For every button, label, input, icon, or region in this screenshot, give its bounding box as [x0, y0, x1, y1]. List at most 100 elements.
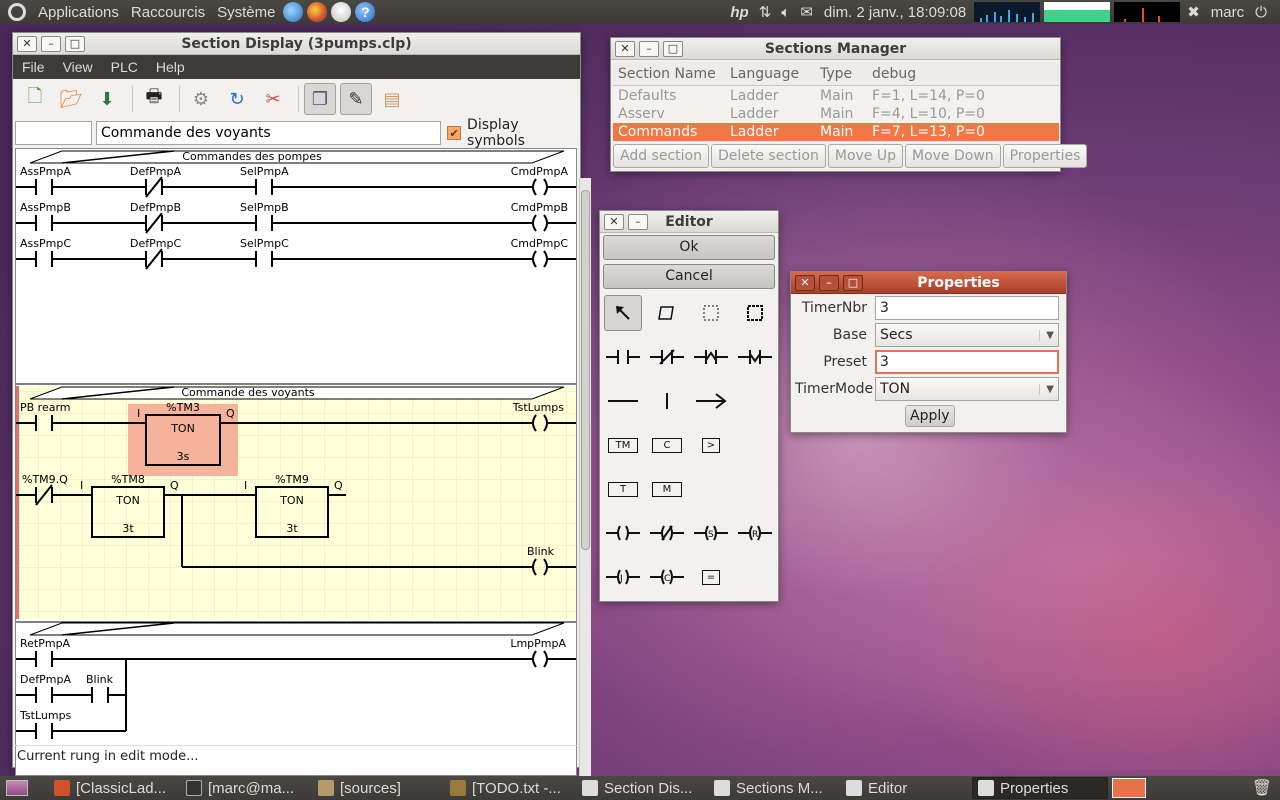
rung-number-input[interactable]: [15, 121, 92, 145]
menu-shortcuts[interactable]: Raccourcis: [125, 4, 211, 21]
timer-t-icon[interactable]: T: [604, 471, 642, 507]
contact-blink[interactable]: Blink: [86, 673, 114, 686]
sections-manager-toggle-icon[interactable]: ❐: [304, 83, 336, 115]
preset-field[interactable]: [875, 350, 1059, 374]
print-icon[interactable]: 🖶: [138, 83, 170, 115]
apply-button[interactable]: Apply: [905, 405, 955, 427]
column-header-language[interactable]: Language: [725, 66, 815, 82]
contact-open-icon[interactable]: [604, 339, 642, 375]
task-todo-editor[interactable]: [TODO.txt -...: [444, 777, 576, 799]
counter-icon[interactable]: C: [648, 427, 686, 463]
task-terminal[interactable]: [marc@ma...: [180, 777, 312, 799]
coil-label[interactable]: CmdPmpA: [511, 165, 569, 178]
panel-username[interactable]: marc: [1205, 4, 1250, 21]
menu-help[interactable]: Help: [147, 59, 194, 75]
contact-label[interactable]: SelPmpC: [240, 237, 289, 250]
memory-monitor[interactable]: [1044, 2, 1111, 22]
rung-2-edit[interactable]: Commande des voyants PB rearm %TM3 I Q T…: [16, 386, 577, 619]
panel-clock[interactable]: dim. 2 janv., 18:09:08: [818, 4, 972, 21]
monostable-icon[interactable]: M: [648, 471, 686, 507]
properties-titlebar[interactable]: ✕ – □ Properties: [791, 272, 1066, 294]
contact-tm9q[interactable]: %TM9.Q: [22, 473, 68, 486]
close-window-button[interactable]: ✕: [795, 274, 815, 291]
ok-button[interactable]: Ok: [603, 235, 775, 260]
ladder-svg[interactable]: Commandes des pompes AssPmpA DefPmpA SelPm…: [16, 149, 577, 776]
run-plc-gear-icon[interactable]: ⚙: [185, 83, 217, 115]
show-desktop-icon[interactable]: [6, 780, 28, 796]
scrollbar-thumb[interactable]: [581, 190, 590, 550]
rung-1[interactable]: Commandes des pompes AssPmpA DefPmpA SelPm…: [16, 150, 577, 385]
configure-tools-icon[interactable]: ✂: [257, 83, 289, 115]
contact-pb-rearm[interactable]: PB rearm: [20, 401, 71, 414]
close-window-button[interactable]: ✕: [615, 40, 635, 57]
task-sections-manager[interactable]: Sections M...: [708, 777, 840, 799]
long-connection-arrow-icon[interactable]: [692, 383, 730, 419]
contact-label[interactable]: DefPmpB: [130, 201, 181, 214]
section-display-titlebar[interactable]: ✕ – □ Section Display (3pumps.clp): [13, 33, 580, 55]
horizontal-connection-icon[interactable]: [604, 383, 642, 419]
contact-tstlumps[interactable]: TstLumps: [19, 709, 72, 722]
column-header-section-name[interactable]: Section Name: [613, 66, 725, 82]
timermode-select[interactable]: TON ▼: [875, 377, 1059, 401]
minimize-window-button[interactable]: –: [639, 40, 659, 57]
minimize-window-button[interactable]: –: [41, 35, 61, 52]
coil-icon[interactable]: [604, 515, 642, 551]
pointer-arrow-icon[interactable]: [604, 295, 642, 331]
rung-3[interactable]: RetPmpA LmpPmpA DefPmpA Blink TstLumps: [16, 621, 577, 739]
network-monitor[interactable]: [1114, 2, 1181, 22]
coil-negated-icon[interactable]: [648, 515, 686, 551]
table-row-selected[interactable]: Commands Ladder Main F=7, L=13, P=0: [613, 123, 1059, 141]
contact-label[interactable]: AssPmpB: [20, 201, 71, 214]
symbols-list-icon[interactable]: ▤: [376, 83, 408, 115]
task-section-display[interactable]: Section Dis...: [576, 777, 708, 799]
contact-label[interactable]: AssPmpA: [20, 165, 71, 178]
sections-manager-titlebar[interactable]: ✕ – □ Sections Manager: [611, 38, 1060, 60]
menu-plc[interactable]: PLC: [102, 59, 147, 75]
mail-indicator-icon[interactable]: ✉: [795, 3, 818, 21]
maximize-window-button[interactable]: □: [65, 35, 85, 52]
hp-tray-icon[interactable]: hp: [725, 4, 753, 21]
task-editor[interactable]: Editor: [840, 777, 972, 799]
new-file-icon[interactable]: 🗋: [19, 83, 51, 115]
workspace-switcher[interactable]: [1112, 778, 1146, 798]
close-window-button[interactable]: ✕: [17, 35, 37, 52]
menu-file[interactable]: File: [13, 59, 54, 75]
contact-falling-edge-icon[interactable]: [736, 339, 774, 375]
table-row[interactable]: Defaults Ladder Main F=1, L=14, P=0: [613, 87, 1059, 105]
contact-defpmpa-2[interactable]: DefPmpA: [20, 673, 71, 686]
move-down-button[interactable]: Move Down: [905, 144, 1001, 168]
shutdown-icon[interactable]: ⏻: [1250, 4, 1272, 21]
contact-label[interactable]: SelPmpA: [240, 165, 289, 178]
cancel-button[interactable]: Cancel: [603, 264, 775, 289]
move-up-button[interactable]: Move Up: [827, 144, 903, 168]
display-symbols-checkbox[interactable]: ✔: [447, 126, 462, 140]
task-properties[interactable]: Properties: [972, 777, 1108, 799]
rung-label-input[interactable]: [96, 121, 442, 145]
contact-closed-icon[interactable]: [648, 339, 686, 375]
open-folder-icon[interactable]: 📂︎: [55, 83, 87, 115]
vertical-connection-icon[interactable]: [648, 383, 686, 419]
volume-icon[interactable]: 🔈︎: [776, 4, 795, 21]
help-icon[interactable]: ?: [355, 2, 376, 22]
menu-system[interactable]: Système: [211, 4, 281, 21]
contact-label[interactable]: AssPmpC: [20, 237, 71, 250]
eraser-icon[interactable]: [648, 295, 686, 331]
coil-reset-icon[interactable]: R: [736, 515, 774, 551]
column-header-type[interactable]: Type: [815, 66, 867, 82]
coil-label[interactable]: CmdPmpC: [511, 237, 569, 250]
operate-icon[interactable]: =: [692, 559, 730, 595]
editor-titlebar[interactable]: ✕ – Editor: [600, 211, 778, 233]
cpu-monitor[interactable]: [974, 2, 1041, 22]
reset-refresh-icon[interactable]: ↻: [221, 83, 253, 115]
coil-lmppmpa[interactable]: LmpPmpA: [510, 637, 566, 650]
coil-set-icon[interactable]: S: [692, 515, 730, 551]
maximize-window-button[interactable]: □: [843, 274, 863, 291]
coil-label[interactable]: CmdPmpB: [511, 201, 568, 214]
column-header-debug[interactable]: debug: [867, 66, 1059, 82]
trash-icon[interactable]: 🗑: [1252, 778, 1272, 798]
task-sources-folder[interactable]: [sources]: [312, 777, 444, 799]
mail-launcher-icon[interactable]: [331, 2, 352, 22]
contact-retpmpa[interactable]: RetPmpA: [20, 637, 71, 650]
ladder-vertical-scrollbar[interactable]: [579, 178, 591, 776]
coil-tstlumps[interactable]: TstLumps: [512, 401, 565, 414]
